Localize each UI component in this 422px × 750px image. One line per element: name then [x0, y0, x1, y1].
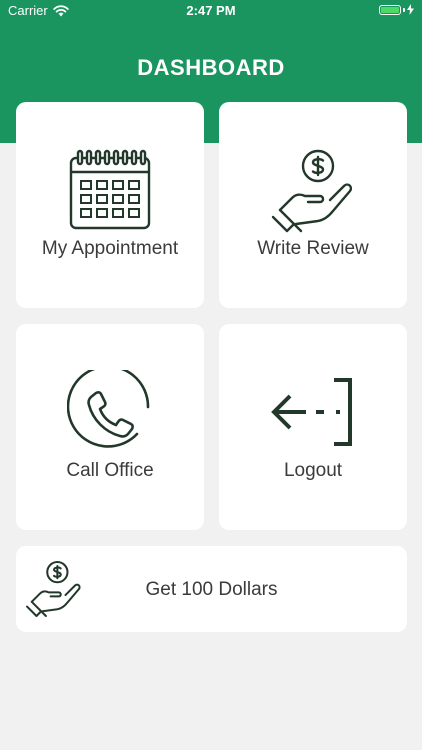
logout-label: Logout	[283, 460, 343, 481]
charging-icon	[407, 4, 414, 15]
status-bar: Carrier 2:47 PM	[0, 0, 422, 22]
get-100-dollars-button[interactable]: Get 100 Dollars	[16, 546, 407, 632]
battery-body	[379, 4, 401, 15]
battery-icon	[379, 4, 414, 15]
call-office-label: Call Office	[66, 460, 154, 481]
write-review-label: Write Review	[257, 238, 369, 259]
logout-icon	[271, 378, 352, 446]
write-review-button[interactable]: Write Review	[219, 102, 407, 308]
my-appointment-label: My Appointment	[41, 238, 179, 259]
phone-icon	[67, 370, 150, 448]
get-100-dollars-label: Get 100 Dollars	[145, 579, 278, 600]
battery-fill	[381, 6, 399, 13]
hand-coin-icon	[271, 149, 353, 233]
my-appointment-button[interactable]: My Appointment	[16, 102, 204, 308]
status-time: 2:47 PM	[186, 3, 236, 18]
logout-button[interactable]: Logout	[219, 324, 407, 530]
call-office-button[interactable]: Call Office	[16, 324, 204, 530]
calendar-icon	[69, 149, 151, 230]
page-title: DASHBOARD	[137, 55, 285, 80]
battery-tip	[403, 7, 405, 12]
